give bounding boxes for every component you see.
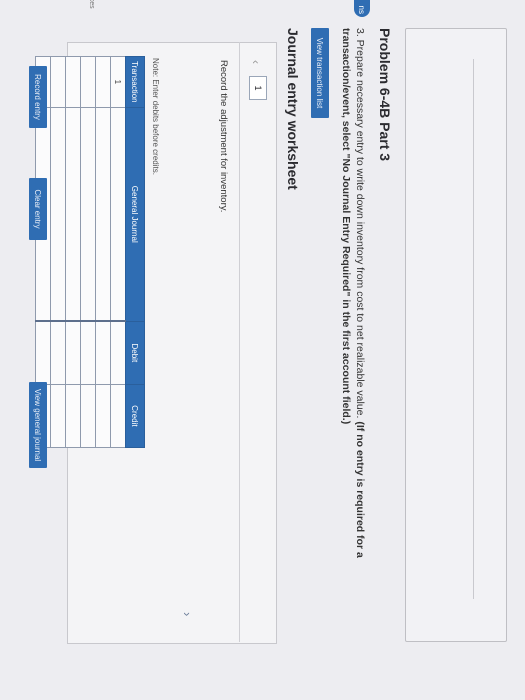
- instructions: 3. Prepare necessary entry to write down…: [339, 28, 367, 628]
- view-general-journal-button[interactable]: View general journal: [29, 382, 47, 468]
- table-header-row: Transaction General Journal Debit Credit: [125, 56, 145, 448]
- table-row: [80, 56, 96, 448]
- account-field[interactable]: [65, 107, 81, 322]
- side-label: ences: [88, 0, 95, 9]
- table-row: [65, 56, 81, 448]
- table-row: 1: [110, 56, 126, 448]
- account-field[interactable]: [110, 107, 126, 322]
- table-row: [95, 56, 111, 448]
- page-number[interactable]: 1: [249, 76, 267, 100]
- debit-field[interactable]: [95, 321, 111, 385]
- clear-entry-button[interactable]: Clear entry: [29, 178, 47, 240]
- transaction-cell: [65, 56, 81, 108]
- debit-field[interactable]: [65, 321, 81, 385]
- credit-field[interactable]: [50, 384, 66, 448]
- previous-answer-box: [405, 28, 507, 642]
- credit-field[interactable]: [65, 384, 81, 448]
- view-transaction-list-button[interactable]: View transaction list: [311, 28, 329, 118]
- credit-field[interactable]: [80, 384, 96, 448]
- problem-title: Problem 6-4B Part 3: [377, 28, 393, 162]
- problem-page: ns ences Problem 6-4B Part 3 3. Prepare …: [0, 0, 525, 700]
- instruction-main: 3. Prepare necessary entry to write down…: [354, 28, 366, 419]
- journal-table: Transaction General Journal Debit Credit…: [35, 56, 145, 448]
- transaction-cell: [80, 56, 96, 108]
- transaction-cell: [95, 56, 111, 108]
- debit-field[interactable]: [35, 321, 51, 385]
- transaction-cell: [50, 56, 66, 108]
- record-entry-button[interactable]: Record entry: [29, 66, 47, 128]
- transaction-cell: 1: [110, 56, 126, 108]
- col-transaction: Transaction: [125, 56, 145, 108]
- account-field[interactable]: [95, 107, 111, 322]
- chevron-right-icon[interactable]: ›: [180, 612, 195, 616]
- worksheet-prompt: Record the adjustment for inventory.: [218, 60, 229, 213]
- chevron-left-icon[interactable]: ‹: [249, 60, 263, 64]
- col-credit: Credit: [125, 384, 145, 448]
- debit-field[interactable]: [80, 321, 96, 385]
- credit-field[interactable]: [95, 384, 111, 448]
- table-row: [50, 56, 66, 448]
- debit-field[interactable]: [50, 321, 66, 385]
- debit-field[interactable]: [110, 321, 126, 385]
- col-debit: Debit: [125, 321, 145, 385]
- credit-field[interactable]: [110, 384, 126, 448]
- col-general-journal: General Journal: [125, 107, 145, 322]
- account-field[interactable]: [80, 107, 96, 322]
- note-text: Note: Enter debits before credits.: [151, 58, 160, 175]
- worksheet-title: Journal entry worksheet: [285, 28, 301, 190]
- account-field[interactable]: [50, 107, 66, 322]
- side-tab[interactable]: ns: [354, 0, 370, 17]
- divider: [473, 59, 474, 599]
